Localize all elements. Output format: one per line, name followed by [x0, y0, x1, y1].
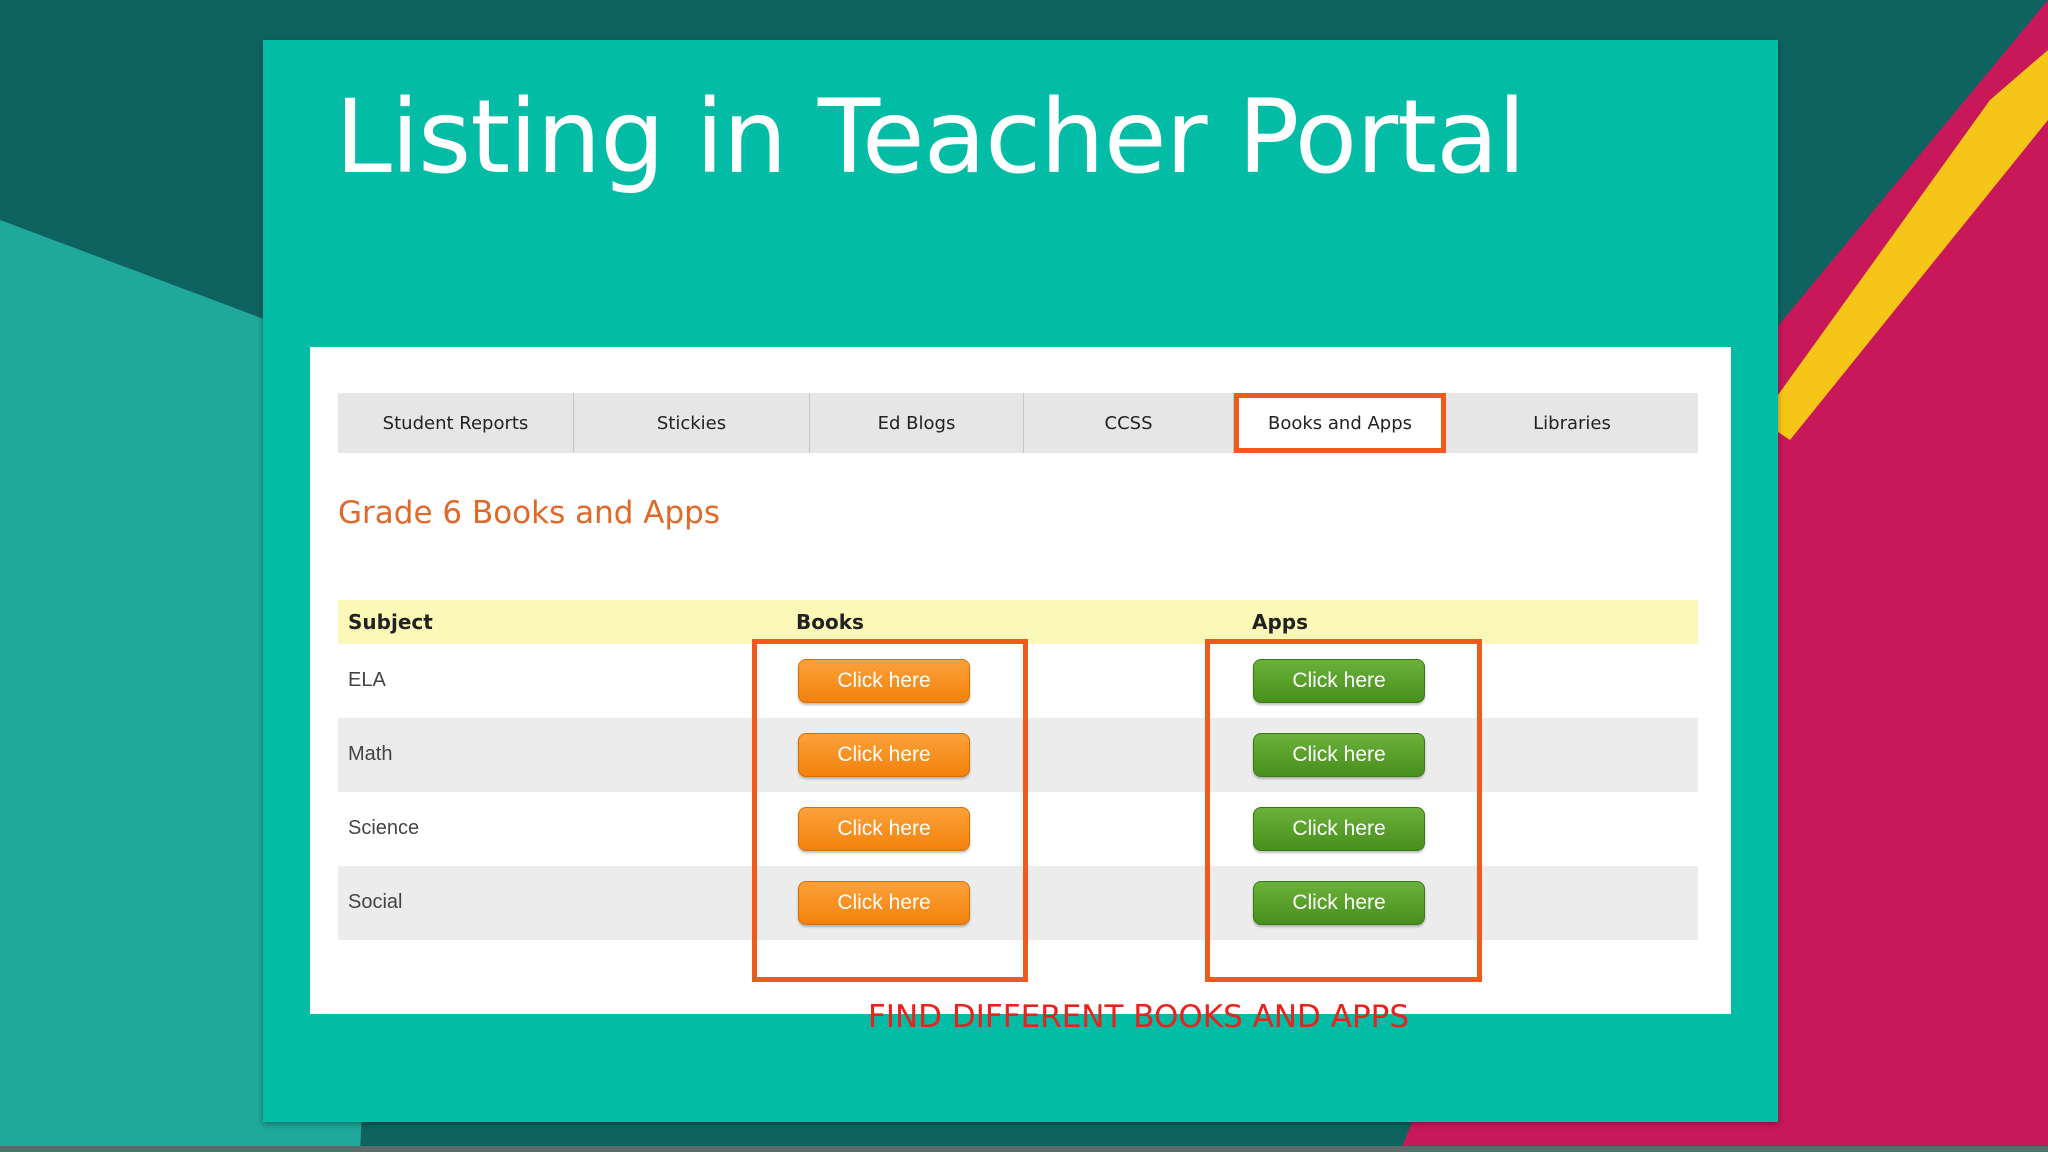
books-column-highlight-box [752, 639, 1028, 982]
subject-label: Social [348, 891, 403, 913]
apps-column-highlight-box [1205, 639, 1482, 982]
subject-label: ELA [348, 669, 386, 691]
background-bottom-bar [0, 1146, 2048, 1152]
tab-libraries[interactable]: Libraries [1446, 393, 1698, 453]
tab-ed-blogs[interactable]: Ed Blogs [810, 393, 1024, 453]
header-subject: Subject [348, 610, 433, 634]
portal-tab-bar: Student Reports Stickies Ed Blogs CCSS B… [338, 393, 1698, 453]
section-heading: Grade 6 Books and Apps [338, 495, 720, 531]
tab-ccss[interactable]: CCSS [1024, 393, 1234, 453]
annotation-caption: FIND DIFFERENT BOOKS AND APPS [868, 999, 1410, 1035]
slide: Listing in Teacher Portal Student Report… [263, 40, 1778, 1122]
subject-label: Math [348, 743, 393, 765]
table-header-row: Subject Books Apps [338, 600, 1698, 644]
tab-student-reports[interactable]: Student Reports [338, 393, 574, 453]
tab-books-and-apps[interactable]: Books and Apps [1234, 393, 1446, 453]
teacher-portal-screenshot: Student Reports Stickies Ed Blogs CCSS B… [310, 347, 1731, 1035]
slide-title: Listing in Teacher Portal [335, 78, 1526, 197]
header-apps: Apps [1252, 610, 1309, 634]
tab-stickies[interactable]: Stickies [574, 393, 810, 453]
subject-label: Science [348, 817, 420, 839]
header-books: Books [796, 610, 864, 634]
